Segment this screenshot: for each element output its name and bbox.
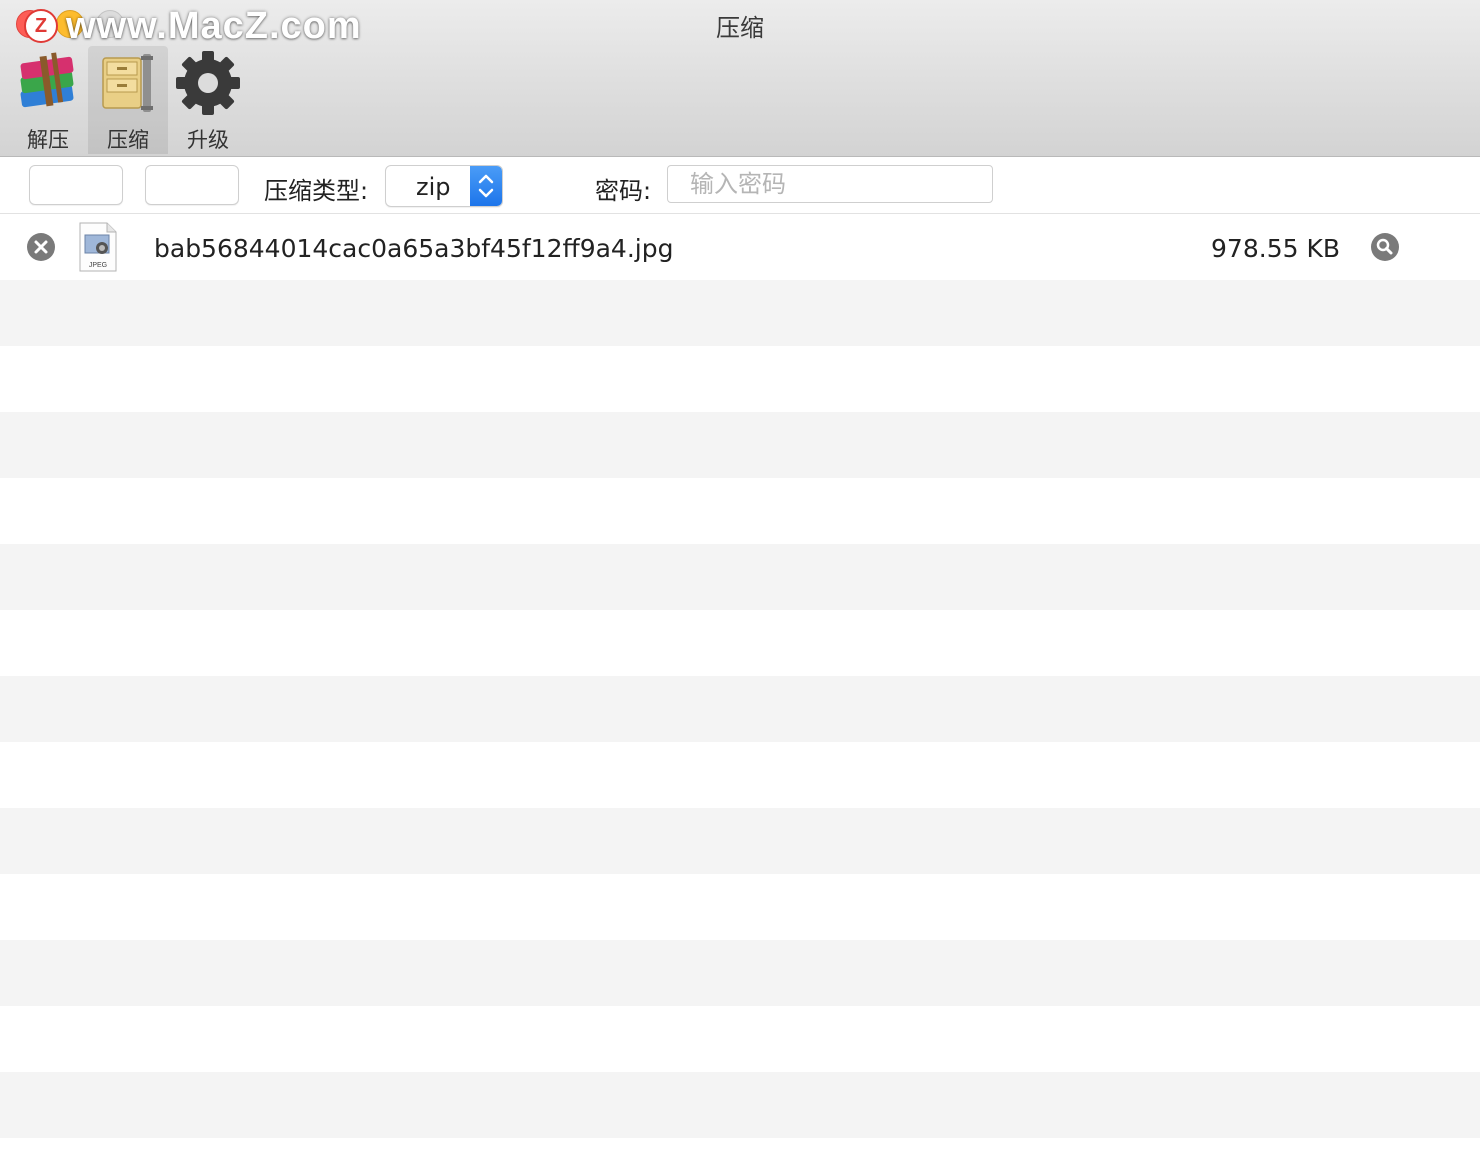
toolbar-extract-button[interactable]: 解压: [8, 46, 88, 154]
empty-row: [0, 346, 1480, 412]
toolbar-upgrade-label: 升级: [187, 128, 229, 152]
archive-cabinet-icon: [102, 54, 153, 112]
empty-row: [0, 742, 1480, 808]
empty-row: [0, 1138, 1480, 1170]
toolbar-extract-label: 解压: [27, 128, 69, 152]
blank-button-2[interactable]: [145, 165, 239, 205]
empty-row: [0, 610, 1480, 676]
compression-type-label: 压缩类型:: [264, 177, 369, 205]
window-title: 压缩: [716, 14, 764, 42]
empty-row: [0, 1072, 1480, 1138]
compression-type-select[interactable]: zip: [385, 165, 503, 207]
file-list: JPEG bab56844014cac0a65a3bf45f12ff9a4.jp…: [0, 214, 1480, 1170]
empty-row: [0, 478, 1480, 544]
remove-file-icon[interactable]: [26, 232, 56, 262]
jpeg-file-icon: JPEG: [79, 222, 117, 272]
chevron-updown-icon: [478, 174, 494, 198]
select-stepper-arrows: [470, 166, 502, 206]
empty-row: [0, 874, 1480, 940]
file-size: 978.55 KB: [1211, 234, 1340, 263]
empty-row: [0, 544, 1480, 610]
preview-magnifier-icon[interactable]: [1370, 232, 1400, 262]
password-label: 密码:: [595, 177, 652, 205]
empty-row: [0, 940, 1480, 1006]
password-input[interactable]: [667, 165, 993, 203]
empty-row: [0, 1006, 1480, 1072]
empty-row: [0, 808, 1480, 874]
toolbar-compress-label: 压缩: [107, 128, 149, 152]
empty-row: [0, 412, 1480, 478]
empty-row: [0, 676, 1480, 742]
empty-row: [0, 280, 1480, 346]
blank-button-1[interactable]: [29, 165, 123, 205]
gear-icon: [176, 51, 240, 115]
toolbar-upgrade-button[interactable]: 升级: [168, 46, 248, 154]
options-bar: 压缩类型: zip 密码:: [0, 157, 1480, 214]
toolbar-compress-button[interactable]: 压缩: [88, 46, 168, 154]
rar-books-icon: [20, 52, 74, 108]
file-name: bab56844014cac0a65a3bf45f12ff9a4.jpg: [154, 234, 674, 263]
compression-type-value: zip: [416, 173, 451, 201]
file-row[interactable]: JPEG bab56844014cac0a65a3bf45f12ff9a4.jp…: [0, 214, 1480, 280]
jpeg-badge-text: JPEG: [89, 262, 107, 269]
title-bar: Z www.MacZ.com 压缩 解压 压缩 升级: [0, 0, 1480, 157]
